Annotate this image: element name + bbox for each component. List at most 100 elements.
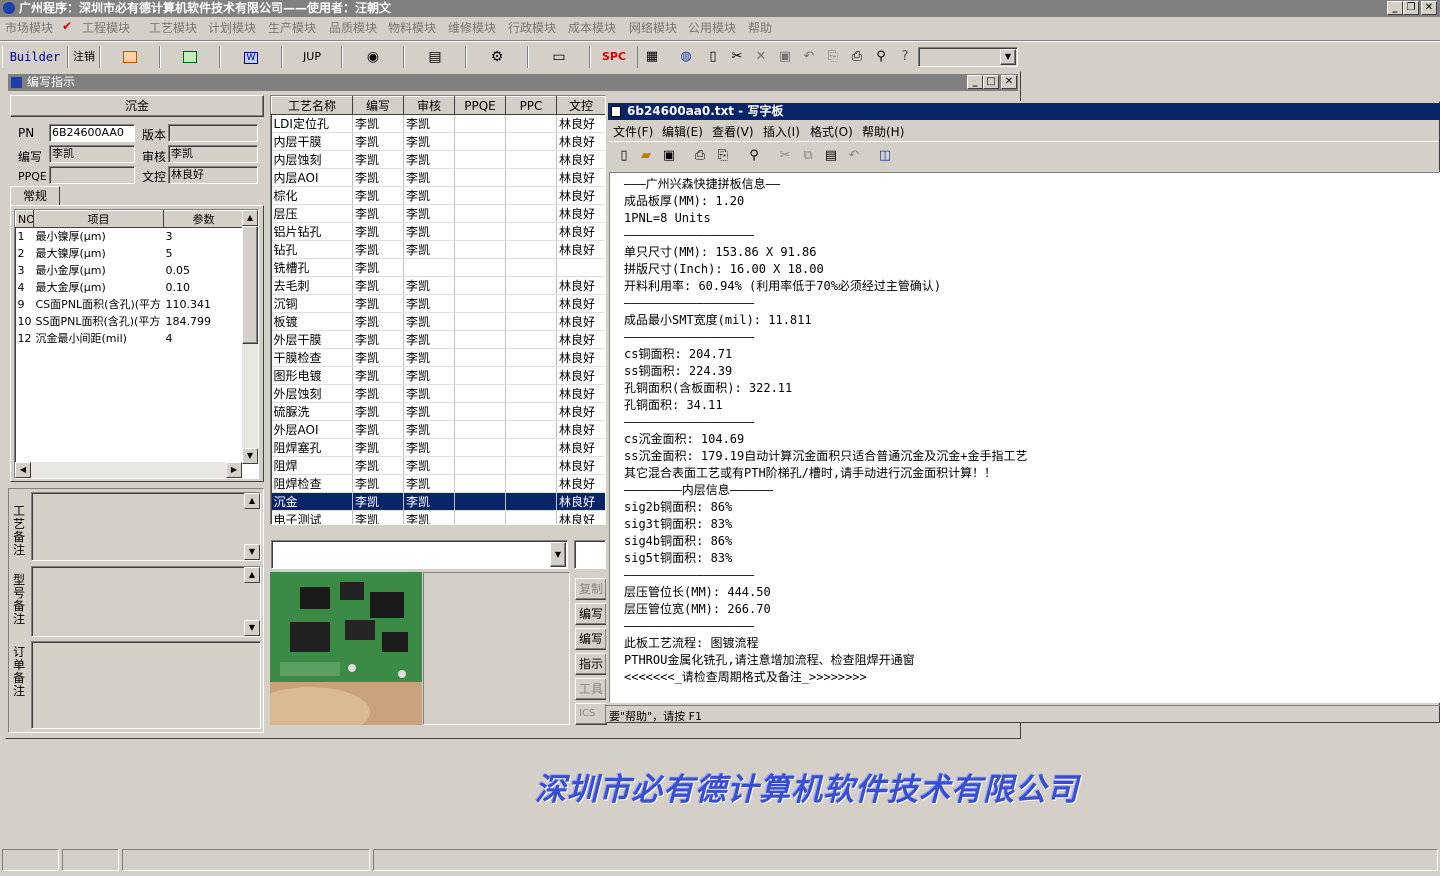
- menu-common[interactable]: 公用模块: [688, 19, 736, 36]
- param-row[interactable]: 10 SS面PNL面积(含孔)(平方 184.799: [16, 313, 244, 330]
- param-row[interactable]: 4 最大金厚(μm) 0.10: [16, 279, 244, 296]
- process-dropdown[interactable]: ▼: [271, 540, 568, 569]
- menu-quality[interactable]: 品质模块: [329, 19, 377, 36]
- undo-icon[interactable]: ↶: [845, 147, 863, 165]
- col-ppc[interactable]: PPC: [505, 96, 557, 115]
- scroll-right-icon[interactable]: ▶: [226, 462, 242, 478]
- insert-datetime-icon[interactable]: ◫: [876, 147, 894, 165]
- menu-market[interactable]: 市场模块: [5, 19, 53, 36]
- col-writer[interactable]: 编写: [352, 96, 404, 115]
- param-header-no[interactable]: NO: [15, 210, 34, 228]
- network-icon[interactable]: ⚙: [466, 46, 528, 68]
- wp-menu-insert[interactable]: 插入(I): [763, 123, 800, 140]
- print-icon[interactable]: ⎙: [848, 48, 866, 66]
- scroll-left-icon[interactable]: ◀: [15, 462, 31, 478]
- model-remark-field[interactable]: ▲ ▼: [31, 566, 261, 637]
- version-field[interactable]: [168, 124, 258, 142]
- open-folder-icon[interactable]: ▰: [637, 147, 655, 165]
- preview-icon[interactable]: ⎘: [824, 48, 842, 66]
- param-header-value[interactable]: 参数: [163, 210, 244, 228]
- globe-icon[interactable]: ◍: [677, 48, 695, 66]
- param-horizontal-scrollbar[interactable]: ◀ ▶: [15, 462, 242, 478]
- reviewer-field[interactable]: 李凯: [168, 145, 258, 163]
- menu-cost[interactable]: 成本模块: [568, 19, 616, 36]
- scroll-down-icon[interactable]: ▼: [244, 544, 260, 560]
- order-remark-field[interactable]: [31, 641, 261, 729]
- process-row[interactable]: 去毛刺 李凯 李凯 林良好: [271, 276, 605, 295]
- param-vertical-scrollbar[interactable]: ▲ ▼: [242, 210, 258, 464]
- process-row[interactable]: 铝片钻孔 李凯 李凯 林良好: [271, 222, 605, 241]
- restore-button[interactable]: ❐: [1403, 1, 1419, 15]
- process-row[interactable]: 干膜检查 李凯 李凯 林良好: [271, 348, 605, 367]
- builder-button[interactable]: Builder: [2, 46, 68, 68]
- database-icon[interactable]: ▤: [404, 46, 466, 68]
- scroll-down-icon[interactable]: ▼: [242, 448, 258, 464]
- write-button-2[interactable]: 编写: [575, 628, 607, 650]
- param-row[interactable]: 9 CS面PNL面积(含孔)(平方 110.341: [16, 296, 244, 313]
- scroll-thumb[interactable]: [242, 226, 258, 344]
- excel-button[interactable]: [160, 46, 220, 68]
- secondary-field[interactable]: [574, 540, 606, 569]
- param-row[interactable]: 1 最小镍厚(μm) 3: [16, 228, 244, 245]
- copy-icon[interactable]: ⧉: [799, 147, 817, 165]
- param-row[interactable]: 12 沉金最小间距(mil) 4: [16, 330, 244, 347]
- wp-menu-edit[interactable]: 编辑(E): [662, 123, 703, 140]
- computer-icon[interactable]: ▭: [528, 46, 590, 68]
- col-process-name[interactable]: 工艺名称: [271, 96, 353, 115]
- cut-icon[interactable]: ✂: [776, 147, 794, 165]
- eye-icon[interactable]: ◉: [342, 46, 404, 68]
- jup-button[interactable]: JUP: [282, 46, 342, 68]
- print-preview-icon[interactable]: ⎘: [714, 147, 732, 165]
- scroll-down-icon[interactable]: ▼: [244, 620, 260, 636]
- scroll-up-icon[interactable]: ▲: [244, 567, 260, 583]
- new-file-icon[interactable]: ▯: [615, 147, 633, 165]
- menu-admin[interactable]: 行政模块: [508, 19, 556, 36]
- cut-icon[interactable]: ✂: [728, 48, 746, 66]
- chevron-down-icon[interactable]: ▼: [1000, 49, 1016, 65]
- process-row[interactable]: 阻焊 李凯 李凯 林良好: [271, 456, 605, 475]
- process-row[interactable]: 阻焊检查 李凯 李凯 林良好: [271, 474, 605, 493]
- tools-button[interactable]: 工具: [575, 678, 607, 700]
- ics-button[interactable]: ICS: [575, 703, 607, 725]
- menu-material[interactable]: 物料模块: [388, 19, 436, 36]
- process-row[interactable]: 外层蚀刻 李凯 李凯 林良好: [271, 384, 605, 403]
- menu-help[interactable]: 帮助: [748, 19, 772, 36]
- process-row[interactable]: 外层AOI 李凯 李凯 林良好: [271, 420, 605, 439]
- tab-general[interactable]: 常规: [10, 186, 60, 206]
- param-row[interactable]: 3 最小金厚(μm) 0.05: [16, 262, 244, 279]
- process-row[interactable]: 电子测试 李凯 李凯 林良好: [271, 510, 605, 524]
- wp-menu-help[interactable]: 帮助(H): [862, 123, 904, 140]
- process-row[interactable]: 层压 李凯 李凯 林良好: [271, 204, 605, 223]
- process-row[interactable]: 板镀 李凯 李凯 林良好: [271, 312, 605, 331]
- copy-button[interactable]: 复制: [575, 578, 607, 600]
- child-maximize-button[interactable]: □: [983, 75, 999, 89]
- process-row[interactable]: 外层干膜 李凯 李凯 林良好: [271, 330, 605, 349]
- process-row[interactable]: 图形电镀 李凯 李凯 林良好: [271, 366, 605, 385]
- minimize-button[interactable]: _: [1387, 1, 1403, 15]
- doc-control-field[interactable]: 林良好: [168, 166, 258, 184]
- wordpad-document[interactable]: ———广州兴森快捷拼板信息—— 成品板厚(MM): 1.20 1PNL=8 Unit…: [609, 172, 1440, 703]
- wp-menu-format[interactable]: 格式(O): [810, 123, 853, 140]
- child-minimize-button[interactable]: _: [967, 75, 983, 89]
- scroll-up-icon[interactable]: ▲: [244, 493, 260, 509]
- logout-button[interactable]: 注销: [68, 46, 100, 68]
- close-button[interactable]: ✕: [1421, 1, 1437, 15]
- delete-icon[interactable]: ✕: [752, 48, 770, 66]
- wp-menu-file[interactable]: 文件(F): [613, 123, 653, 140]
- menu-process[interactable]: 工艺模块: [149, 19, 197, 36]
- menu-network[interactable]: 网络模块: [629, 19, 677, 36]
- process-row[interactable]: 硫脲洗 李凯 李凯 林良好: [271, 402, 605, 421]
- print-icon[interactable]: ⎙: [691, 147, 709, 165]
- param-header-item[interactable]: 项目: [33, 210, 164, 228]
- wp-menu-view[interactable]: 查看(V): [712, 123, 754, 140]
- col-reviewer[interactable]: 审核: [403, 96, 455, 115]
- process-row[interactable]: 铣槽孔 李凯: [271, 258, 605, 277]
- pn-field[interactable]: 6B24600AA0: [49, 124, 135, 142]
- calculator-icon[interactable]: ▦: [643, 48, 661, 66]
- menu-maintenance[interactable]: 维修模块: [448, 19, 496, 36]
- process-remark-field[interactable]: ▲ ▼: [31, 492, 261, 561]
- find-icon[interactable]: ⚲: [745, 147, 763, 165]
- process-row[interactable]: 内层AOI 李凯 李凯 林良好: [271, 168, 605, 187]
- instruction-button[interactable]: 指示: [575, 653, 607, 675]
- process-row[interactable]: 棕化 李凯 李凯 林良好: [271, 186, 605, 205]
